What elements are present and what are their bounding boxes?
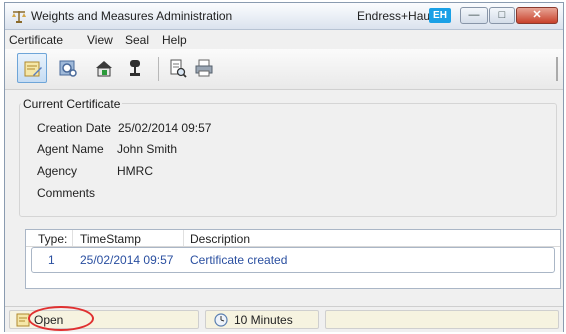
window-title: Weights and Measures Administration: [31, 9, 233, 23]
close-button[interactable]: ✕: [516, 7, 558, 24]
minimize-icon: —: [468, 9, 480, 21]
toolbar: [5, 49, 563, 90]
menu-bar: Certificate View Seal Help: [5, 30, 563, 48]
title-bar[interactable]: Weights and Measures Administration Endr…: [5, 3, 563, 30]
list-header: Type: TimeStamp Description: [26, 230, 560, 247]
table-row[interactable]: 1 25/02/2014 09:57 Certificate created: [26, 252, 560, 268]
cell-description: Certificate created: [190, 253, 288, 267]
secure-button[interactable]: [89, 53, 119, 83]
history-list[interactable]: Type: TimeStamp Description 1 25/02/2014…: [25, 229, 561, 289]
clock-icon: [214, 313, 228, 327]
agency-value: HMRC: [117, 164, 153, 178]
settings-button[interactable]: [53, 53, 83, 83]
seal-button[interactable]: [120, 53, 150, 83]
menu-view[interactable]: View: [87, 33, 113, 47]
column-divider[interactable]: [183, 230, 184, 246]
maximize-button[interactable]: □: [489, 7, 515, 24]
toolbar-separator: [158, 57, 159, 81]
house-lock-icon: [96, 61, 112, 77]
agent-name-value: John Smith: [117, 142, 178, 156]
comments-label: Comments: [37, 186, 96, 200]
highlight-annotation: [28, 306, 94, 331]
toolbar-grip[interactable]: [556, 57, 558, 81]
scales-icon: [11, 9, 27, 23]
creation-date-label: Creation Date: [37, 121, 112, 135]
agency-label: Agency: [37, 164, 78, 178]
gears-icon: [59, 60, 77, 77]
seal-icon: [130, 60, 140, 76]
certificate-edit-icon: [24, 61, 42, 77]
maximize-icon: □: [498, 9, 506, 21]
close-icon: ✕: [532, 9, 542, 21]
menu-seal[interactable]: Seal: [125, 33, 149, 47]
brand-logo: EH: [429, 8, 451, 23]
print-preview-icon: [170, 59, 187, 78]
status-panel-timer: 10 Minutes: [205, 310, 319, 329]
menu-certificate[interactable]: Certificate: [9, 33, 63, 47]
printer-icon: [195, 59, 213, 77]
print-button[interactable]: [189, 53, 219, 83]
column-header-timestamp[interactable]: TimeStamp: [80, 232, 141, 246]
cell-type: 1: [48, 253, 55, 267]
column-header-description[interactable]: Description: [190, 232, 250, 246]
edit-certificate-button[interactable]: [17, 53, 47, 83]
cell-timestamp: 25/02/2014 09:57: [80, 253, 174, 267]
status-panel-empty: [325, 310, 559, 329]
creation-date-value: 25/02/2014 09:57: [118, 121, 212, 135]
group-title: Current Certificate: [21, 97, 123, 111]
column-divider[interactable]: [72, 230, 73, 246]
column-header-type[interactable]: Type:: [38, 232, 67, 246]
minimize-button[interactable]: —: [460, 7, 488, 24]
main-window: Weights and Measures Administration Endr…: [4, 2, 564, 332]
status-timer-text: 10 Minutes: [234, 313, 293, 327]
menu-help[interactable]: Help: [162, 33, 187, 47]
agent-name-label: Agent Name: [37, 142, 104, 156]
